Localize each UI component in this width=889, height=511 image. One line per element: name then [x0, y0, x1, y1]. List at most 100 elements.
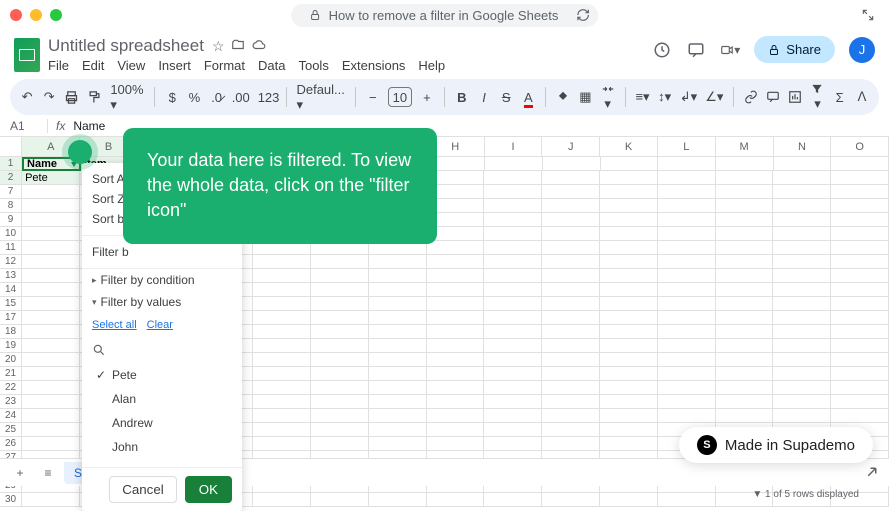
cell[interactable] — [311, 325, 369, 339]
cell[interactable] — [484, 367, 542, 381]
cell[interactable] — [484, 199, 542, 213]
font-select[interactable]: Defaul... ▾ — [296, 82, 344, 113]
row-header[interactable]: 11 — [0, 241, 22, 255]
col-header[interactable]: N — [774, 137, 832, 156]
cell[interactable] — [22, 395, 80, 409]
more-formats-icon[interactable]: 123 — [258, 90, 276, 105]
cell[interactable] — [716, 297, 774, 311]
row-header[interactable]: 1 — [0, 157, 22, 171]
cell[interactable] — [253, 255, 311, 269]
cell[interactable] — [831, 409, 889, 423]
cell[interactable] — [427, 381, 485, 395]
cell[interactable] — [600, 353, 658, 367]
cell[interactable] — [484, 423, 542, 437]
cell[interactable] — [600, 395, 658, 409]
menu-view[interactable]: View — [117, 58, 145, 73]
cell[interactable] — [716, 395, 774, 409]
document-title[interactable]: Untitled spreadsheet — [48, 36, 204, 56]
cell[interactable] — [542, 171, 600, 185]
row-header[interactable]: 15 — [0, 297, 22, 311]
cell[interactable] — [369, 353, 427, 367]
row-header[interactable]: 25 — [0, 423, 22, 437]
cell[interactable] — [831, 199, 889, 213]
close-window[interactable] — [10, 9, 22, 21]
cell[interactable] — [427, 297, 485, 311]
cell[interactable] — [369, 437, 427, 451]
cell[interactable] — [716, 241, 774, 255]
cell[interactable] — [542, 423, 600, 437]
cell[interactable] — [542, 311, 600, 325]
cell[interactable] — [600, 381, 658, 395]
cell[interactable] — [716, 185, 774, 199]
cell[interactable] — [22, 297, 80, 311]
cell[interactable] — [427, 269, 485, 283]
cell[interactable] — [773, 227, 831, 241]
cell[interactable] — [600, 171, 658, 185]
cell[interactable] — [773, 297, 831, 311]
cell[interactable] — [484, 381, 542, 395]
italic-icon[interactable]: I — [477, 90, 491, 105]
cell[interactable] — [22, 255, 80, 269]
cell[interactable] — [22, 269, 80, 283]
print-icon[interactable] — [64, 90, 79, 105]
row-header[interactable]: 7 — [0, 185, 22, 199]
cell[interactable] — [716, 325, 774, 339]
cell[interactable] — [600, 227, 658, 241]
expand-icon[interactable] — [861, 8, 875, 22]
cell[interactable] — [658, 157, 716, 171]
share-button[interactable]: Share — [754, 36, 835, 63]
cell[interactable] — [773, 199, 831, 213]
cell[interactable] — [831, 353, 889, 367]
filter-value[interactable]: Alan — [96, 387, 228, 411]
add-sheet-button[interactable]: + — [8, 461, 32, 485]
cell[interactable] — [369, 367, 427, 381]
cell[interactable] — [600, 437, 658, 451]
row-header[interactable]: 20 — [0, 353, 22, 367]
comments-icon[interactable] — [686, 40, 706, 60]
cell[interactable] — [773, 395, 831, 409]
col-header[interactable]: K — [600, 137, 658, 156]
cell[interactable] — [369, 283, 427, 297]
cell[interactable] — [253, 409, 311, 423]
increase-font-icon[interactable]: + — [420, 90, 434, 105]
minimize-window[interactable] — [30, 9, 42, 21]
cell[interactable] — [773, 213, 831, 227]
cell[interactable] — [369, 409, 427, 423]
reload-icon[interactable] — [576, 8, 590, 22]
cell[interactable] — [658, 311, 716, 325]
filter-icon[interactable]: ▾ — [810, 82, 824, 112]
cell[interactable] — [600, 199, 658, 213]
cell[interactable] — [658, 409, 716, 423]
cell[interactable] — [658, 353, 716, 367]
cell[interactable] — [484, 395, 542, 409]
cell[interactable] — [773, 353, 831, 367]
cell[interactable] — [716, 381, 774, 395]
cell[interactable] — [484, 185, 542, 199]
cell[interactable] — [773, 171, 831, 185]
cell[interactable] — [831, 395, 889, 409]
zoom-select[interactable]: 100% ▾ — [110, 82, 144, 113]
cell[interactable] — [427, 395, 485, 409]
star-icon[interactable]: ☆ — [212, 38, 225, 55]
collapse-toolbar-icon[interactable]: ᐱ — [855, 89, 869, 105]
cell[interactable] — [253, 325, 311, 339]
row-header[interactable]: 10 — [0, 227, 22, 241]
cell[interactable] — [831, 381, 889, 395]
row-header[interactable]: 9 — [0, 213, 22, 227]
cell[interactable] — [600, 311, 658, 325]
cell[interactable] — [542, 255, 600, 269]
cell[interactable] — [542, 381, 600, 395]
cell[interactable] — [773, 185, 831, 199]
cell[interactable] — [427, 353, 485, 367]
filter-value[interactable]: John — [96, 435, 228, 459]
cell[interactable] — [658, 171, 716, 185]
cell[interactable] — [311, 395, 369, 409]
cell[interactable] — [600, 297, 658, 311]
cell[interactable] — [658, 395, 716, 409]
cell[interactable] — [658, 213, 716, 227]
filter-search[interactable] — [82, 337, 242, 363]
cell[interactable] — [542, 227, 600, 241]
cell[interactable] — [542, 339, 600, 353]
cell[interactable] — [22, 353, 80, 367]
filter-by-condition[interactable]: ▸Filter by condition — [82, 269, 242, 291]
